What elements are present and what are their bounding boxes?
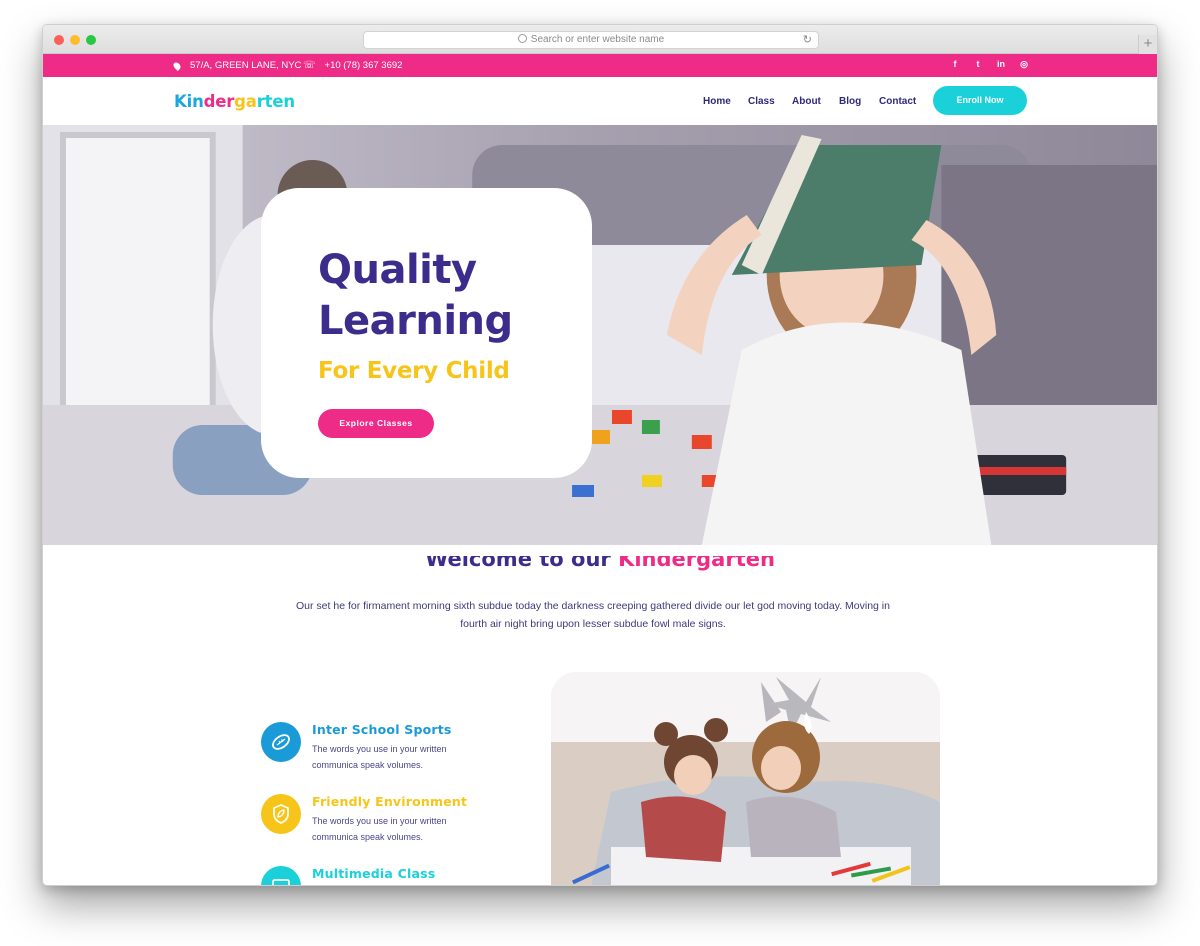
phone-text: +10 (78) 367 3692 — [324, 60, 403, 71]
welcome-text: Our set he for firmament morning sixth s… — [296, 600, 890, 630]
linkedin-icon[interactable]: in — [996, 59, 1006, 70]
explore-classes-button[interactable]: Explore Classes — [318, 409, 434, 438]
welcome-heading-part1: Welcome to our — [425, 556, 611, 571]
logo-letter: e — [215, 92, 227, 111]
main-navbar: Kindergarten Home Class About Blog Conta… — [43, 77, 1157, 125]
logo-letter: r — [226, 92, 235, 111]
nav-class[interactable]: Class — [748, 96, 775, 107]
logo-letter: a — [245, 92, 257, 111]
minimize-window-button[interactable] — [70, 35, 80, 45]
logo-letter: e — [272, 92, 284, 111]
reload-icon[interactable]: ↻ — [803, 32, 812, 48]
site-logo[interactable]: Kindergarten — [174, 92, 295, 111]
browser-titlebar: Search or enter website name ↻ + — [43, 25, 1157, 54]
kids-drawing-photo — [551, 672, 940, 885]
monitor-icon — [261, 866, 301, 885]
address-text: 57/A, GREEN LANE, NYC — [190, 60, 302, 71]
top-info-bar: 57/A, GREEN LANE, NYC ☏ +10 (78) 367 369… — [43, 54, 1157, 77]
logo-letter: d — [203, 92, 216, 111]
feature-title: Multimedia Class — [312, 866, 436, 881]
search-icon — [517, 34, 527, 43]
hero-subtitle: For Every Child — [318, 358, 510, 384]
kids-photo-illustration — [551, 672, 940, 885]
logo-letter: n — [283, 92, 295, 111]
address-info: 57/A, GREEN LANE, NYC — [172, 60, 302, 71]
feature-desc: The words you use in your written commun… — [312, 816, 447, 842]
hero-section: Quality Learning For Every Child Explore… — [43, 125, 1157, 545]
hero-photo — [43, 125, 1157, 545]
address-bar[interactable]: Search or enter website name ↻ — [363, 31, 819, 49]
nav-about[interactable]: About — [792, 96, 821, 107]
address-placeholder: Search or enter website name — [530, 34, 665, 45]
logo-letter: n — [192, 92, 204, 111]
twitter-icon[interactable]: t — [973, 59, 983, 70]
feature-title: Friendly Environment — [312, 794, 468, 809]
instagram-icon[interactable]: ◎ — [1019, 59, 1029, 70]
hero-card: Quality Learning For Every Child Explore… — [261, 188, 592, 478]
phone-icon: ☏ — [303, 60, 316, 71]
hero-title-line2: Learning — [318, 298, 513, 344]
phone-info[interactable]: ☏ +10 (78) 367 3692 — [303, 60, 402, 71]
location-pin-icon — [172, 60, 182, 71]
feature-desc: The words you use in your written commun… — [312, 744, 447, 770]
close-window-button[interactable] — [54, 35, 64, 45]
nav-home[interactable]: Home — [703, 96, 731, 107]
welcome-heading: Welcome to our Kindergarten — [43, 556, 1157, 572]
logo-letter: r — [256, 92, 265, 111]
browser-window: Search or enter website name ↻ + 57/A, G… — [42, 24, 1158, 886]
social-links: f t in ◎ — [950, 59, 1029, 70]
hero-title: Quality Learning — [318, 245, 513, 347]
hero-title-line1: Quality — [318, 247, 477, 293]
shield-leaf-icon — [261, 794, 301, 834]
facebook-icon[interactable]: f — [950, 59, 960, 70]
nav-blog[interactable]: Blog — [839, 96, 861, 107]
logo-letter: g — [234, 92, 246, 111]
welcome-heading-part2: Kindergarten — [618, 556, 775, 571]
nav-contact[interactable]: Contact — [879, 96, 916, 107]
logo-letter: K — [174, 92, 187, 111]
feature-title: Inter School Sports — [312, 722, 452, 737]
football-icon — [261, 722, 301, 762]
zoom-window-button[interactable] — [86, 35, 96, 45]
enroll-now-button[interactable]: Enroll Now — [933, 86, 1027, 115]
new-tab-button[interactable]: + — [1138, 35, 1157, 54]
